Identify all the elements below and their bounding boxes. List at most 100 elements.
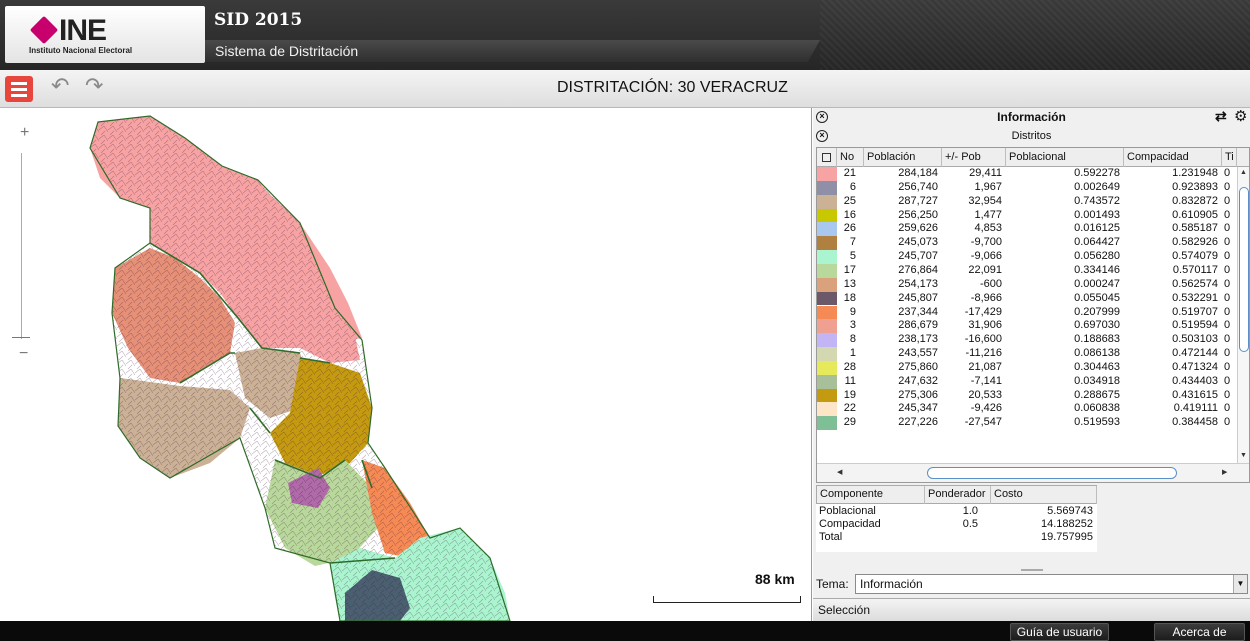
compacidad-cell: 0.585187: [1172, 222, 1218, 235]
poblacion-cell: 237,344: [898, 305, 938, 318]
cost-componente: Total: [819, 531, 843, 543]
table-row[interactable]: 6 256,740 1,967 0.002649 0.923893 0: [817, 180, 1237, 195]
district-number: 1: [849, 347, 856, 360]
map-view[interactable]: + − 88 km: [0, 108, 812, 621]
district-number: 11: [844, 374, 856, 387]
ti-cell: 0: [1224, 374, 1231, 387]
poblacion-cell: 256,740: [898, 180, 938, 193]
zoom-out-button[interactable]: −: [19, 345, 28, 363]
table-row[interactable]: 22 245,347 -9,426 0.060838 0.419111 0: [817, 402, 1237, 417]
chevron-down-icon[interactable]: ▼: [1233, 575, 1247, 593]
municipal-boundaries: [89, 115, 511, 621]
table-row[interactable]: 13 254,173 -600 0.000247 0.562574 0: [817, 277, 1237, 292]
logo-subtitle: Instituto Nacional Electoral: [29, 46, 133, 55]
user-guide-button[interactable]: Guía de usuario: [1010, 623, 1109, 641]
compacidad-cell: 0.562574: [1172, 277, 1218, 290]
table-row[interactable]: 11 247,632 -7,141 0.034918 0.434403 0: [817, 374, 1237, 389]
dif-pob-cell: 22,091: [968, 263, 1002, 276]
zoom-slider-track[interactable]: [21, 153, 22, 339]
scroll-down-icon[interactable]: ▼: [1240, 452, 1247, 459]
poblacional-cell: 0.697030: [1074, 319, 1120, 332]
tab-distritos[interactable]: Distritos: [813, 130, 1250, 142]
table-row[interactable]: 5 245,707 -9,066 0.056280 0.574079 0: [817, 250, 1237, 264]
table-row[interactable]: 16 256,250 1,477 0.001493 0.610905 0: [817, 208, 1237, 223]
column-header-poblacion[interactable]: Población: [864, 148, 942, 167]
vertical-scrollbar[interactable]: ▲ ▼: [1237, 167, 1249, 463]
column-header-dif-pob[interactable]: +/- Pob: [942, 148, 1006, 167]
redo-icon[interactable]: ↷: [85, 73, 103, 99]
table-row[interactable]: 8 238,173 -16,600 0.188683 0.503103 0: [817, 333, 1237, 348]
table-row[interactable]: 9 237,344 -17,429 0.207999 0.519707 0: [817, 305, 1237, 320]
column-header-compacidad[interactable]: Compacidad: [1124, 148, 1222, 167]
tema-dropdown[interactable]: Información ▼: [855, 574, 1248, 594]
app-window: INE Instituto Nacional Electoral SID 201…: [0, 0, 1250, 641]
table-row[interactable]: 28 275,860 21,087 0.304463 0.471324 0: [817, 360, 1237, 375]
column-header-ponderador[interactable]: Ponderador: [925, 486, 991, 504]
horizontal-scrollbar[interactable]: ◀ ▶: [817, 463, 1249, 482]
column-header-costo[interactable]: Costo: [991, 486, 1097, 504]
hamburger-icon-line: [11, 82, 27, 85]
zoom-in-button[interactable]: +: [20, 124, 29, 142]
seleccion-bar[interactable]: Selección: [813, 598, 1250, 621]
scroll-up-icon[interactable]: ▲: [1240, 169, 1247, 176]
scroll-left-icon[interactable]: ◀: [837, 468, 842, 476]
panel-splitter[interactable]: [813, 566, 1250, 574]
select-all-checkbox[interactable]: [817, 148, 837, 167]
poblacion-cell: 275,860: [898, 360, 938, 373]
ti-cell: 0: [1224, 360, 1231, 373]
poblacional-cell: 0.016125: [1074, 222, 1120, 235]
district-number: 16: [843, 208, 856, 221]
poblacional-cell: 0.519593: [1074, 416, 1120, 429]
panel-title: Información: [997, 110, 1066, 124]
cost-costo: 14.188252: [1041, 518, 1093, 530]
table-row[interactable]: 3 286,679 31,906 0.697030 0.519594 0: [817, 319, 1237, 334]
ti-cell: 0: [1224, 291, 1231, 304]
table-row[interactable]: 21 284,184 29,411 0.592278 1.231948 0: [817, 167, 1237, 181]
gear-icon[interactable]: ⚙: [1234, 107, 1247, 125]
column-header-no[interactable]: No: [837, 148, 864, 167]
compacidad-cell: 0.472144: [1172, 347, 1218, 360]
compacidad-cell: 0.570117: [1172, 263, 1218, 276]
district-color-swatch: [817, 194, 837, 209]
column-header-poblacional[interactable]: Poblacional: [1006, 148, 1124, 167]
poblacion-cell: 284,184: [898, 167, 938, 179]
refresh-icon[interactable]: ⇄: [1215, 108, 1227, 125]
column-header-componente[interactable]: Componente: [817, 486, 925, 504]
map-canvas[interactable]: [0, 108, 812, 621]
ine-logo: INE Instituto Nacional Electoral: [5, 6, 205, 63]
dif-pob-cell: 21,087: [968, 360, 1002, 373]
scroll-right-icon[interactable]: ▶: [1222, 468, 1227, 476]
table-row[interactable]: 18 245,807 -8,966 0.055045 0.532291 0: [817, 291, 1237, 306]
poblacional-cell: 0.060838: [1074, 402, 1120, 415]
poblacional-cell: 0.334146: [1074, 263, 1120, 276]
compacidad-cell: 0.923893: [1172, 180, 1218, 193]
column-header-ti[interactable]: Ti: [1222, 148, 1237, 167]
poblacion-cell: 227,226: [898, 416, 938, 429]
ti-cell: 0: [1224, 333, 1231, 346]
table-row[interactable]: 26 259,626 4,853 0.016125 0.585187 0: [817, 222, 1237, 237]
table-row[interactable]: 1 243,557 -11,216 0.086138 0.472144 0: [817, 347, 1237, 361]
table-row[interactable]: 7 245,073 -9,700 0.064427 0.582926 0: [817, 236, 1237, 251]
horizontal-scroll-thumb[interactable]: [927, 467, 1177, 479]
district-color-swatch: [817, 180, 837, 195]
compacidad-cell: 0.384458: [1172, 416, 1218, 429]
about-button[interactable]: Acerca de: [1154, 623, 1245, 641]
poblacion-cell: 275,306: [898, 388, 938, 401]
table-row[interactable]: 25 287,727 32,954 0.743572 0.832872 0: [817, 194, 1237, 209]
ti-cell: 0: [1224, 250, 1231, 263]
zoom-slider-handle[interactable]: [12, 324, 30, 338]
poblacional-cell: 0.304463: [1074, 360, 1120, 373]
dif-pob-cell: -8,966: [970, 291, 1002, 304]
compacidad-cell: 0.503103: [1172, 333, 1218, 346]
district-number: 19: [843, 388, 856, 401]
hamburger-menu-button[interactable]: [5, 76, 33, 102]
table-row[interactable]: 29 227,226 -27,547 0.519593 0.384458 0: [817, 416, 1237, 431]
hamburger-icon-line: [11, 94, 27, 97]
vertical-scroll-thumb[interactable]: [1239, 187, 1249, 352]
table-row[interactable]: 19 275,306 20,533 0.288675 0.431615 0: [817, 388, 1237, 403]
table-row[interactable]: 17 276,864 22,091 0.334146 0.570117 0: [817, 263, 1237, 278]
district-color-swatch: [817, 347, 837, 361]
poblacion-cell: 247,632: [898, 374, 938, 387]
undo-icon[interactable]: ↶: [51, 73, 69, 99]
poblacion-cell: 286,679: [898, 319, 938, 332]
